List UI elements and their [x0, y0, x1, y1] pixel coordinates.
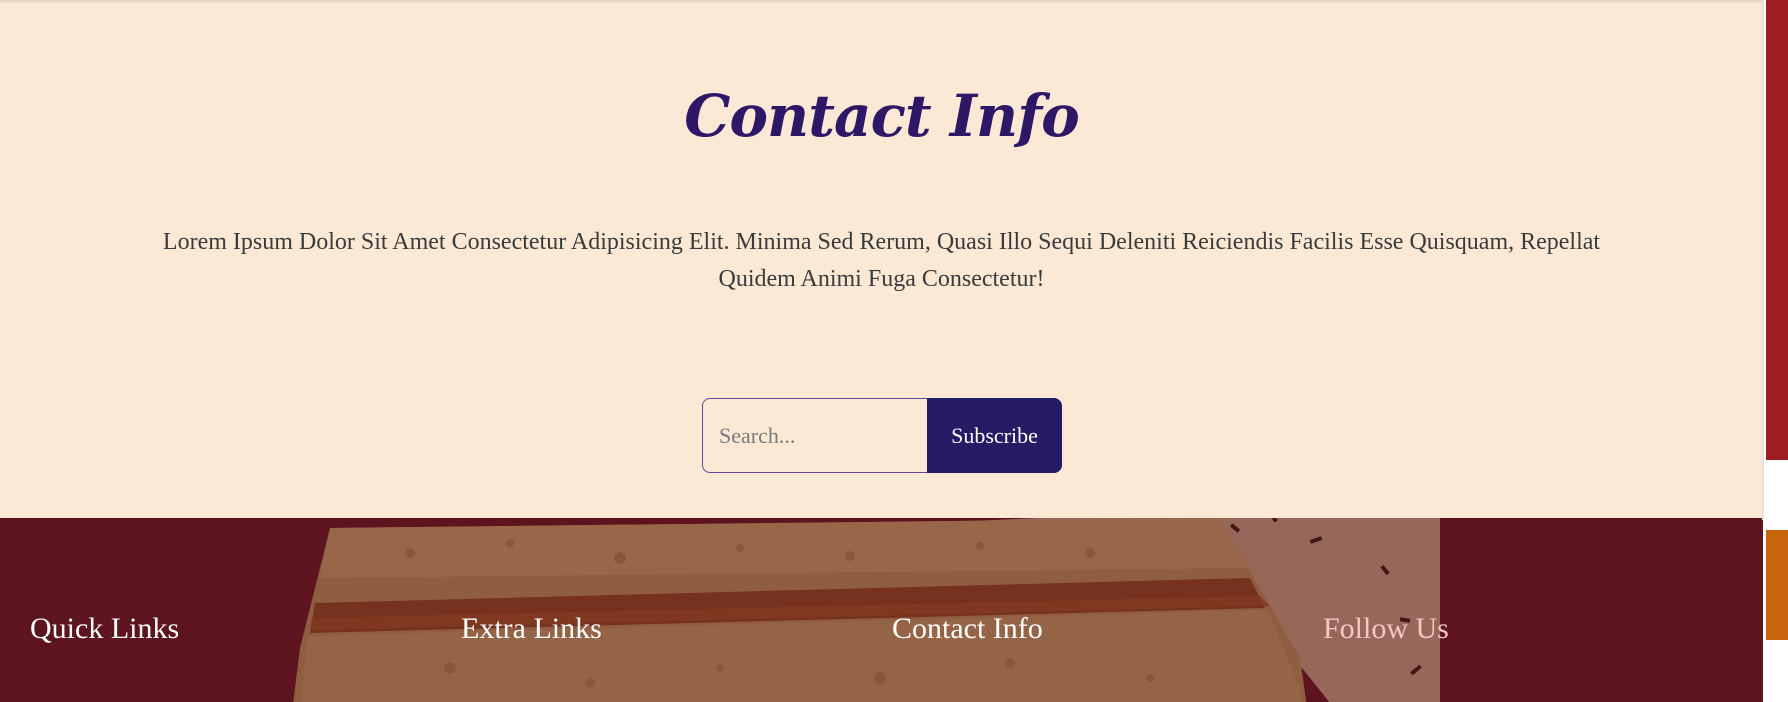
footer-heading-quick-links: Quick Links — [30, 612, 180, 645]
main-content: Contact Info Lorem Ipsum Dolor Sit Amet … — [0, 0, 1763, 702]
subscribe-button[interactable]: Subscribe — [927, 398, 1062, 473]
footer: Quick Links Extra Links Contact Info Fol… — [0, 518, 1763, 702]
cake-background-image — [290, 518, 1440, 702]
page: Contact Info Lorem Ipsum Dolor Sit Amet … — [0, 0, 1788, 702]
contact-description: Lorem Ipsum Dolor Sit Amet Consectetur A… — [162, 229, 1601, 292]
contact-title: Contact Info — [684, 81, 1080, 150]
footer-heading-contact-info: Contact Info — [892, 612, 1043, 645]
footer-heading-follow-us: Follow Us — [1323, 612, 1449, 645]
side-decoration-orange — [1766, 530, 1788, 640]
search-input[interactable] — [702, 398, 927, 473]
footer-heading-extra-links: Extra Links — [461, 612, 602, 645]
side-decoration-red — [1766, 0, 1788, 460]
header-shadow — [0, 0, 1763, 4]
subscribe-form: Subscribe — [702, 398, 1062, 473]
scrollbar-divider — [1762, 0, 1764, 520]
contact-section: Contact Info Lorem Ipsum Dolor Sit Amet … — [0, 0, 1763, 518]
